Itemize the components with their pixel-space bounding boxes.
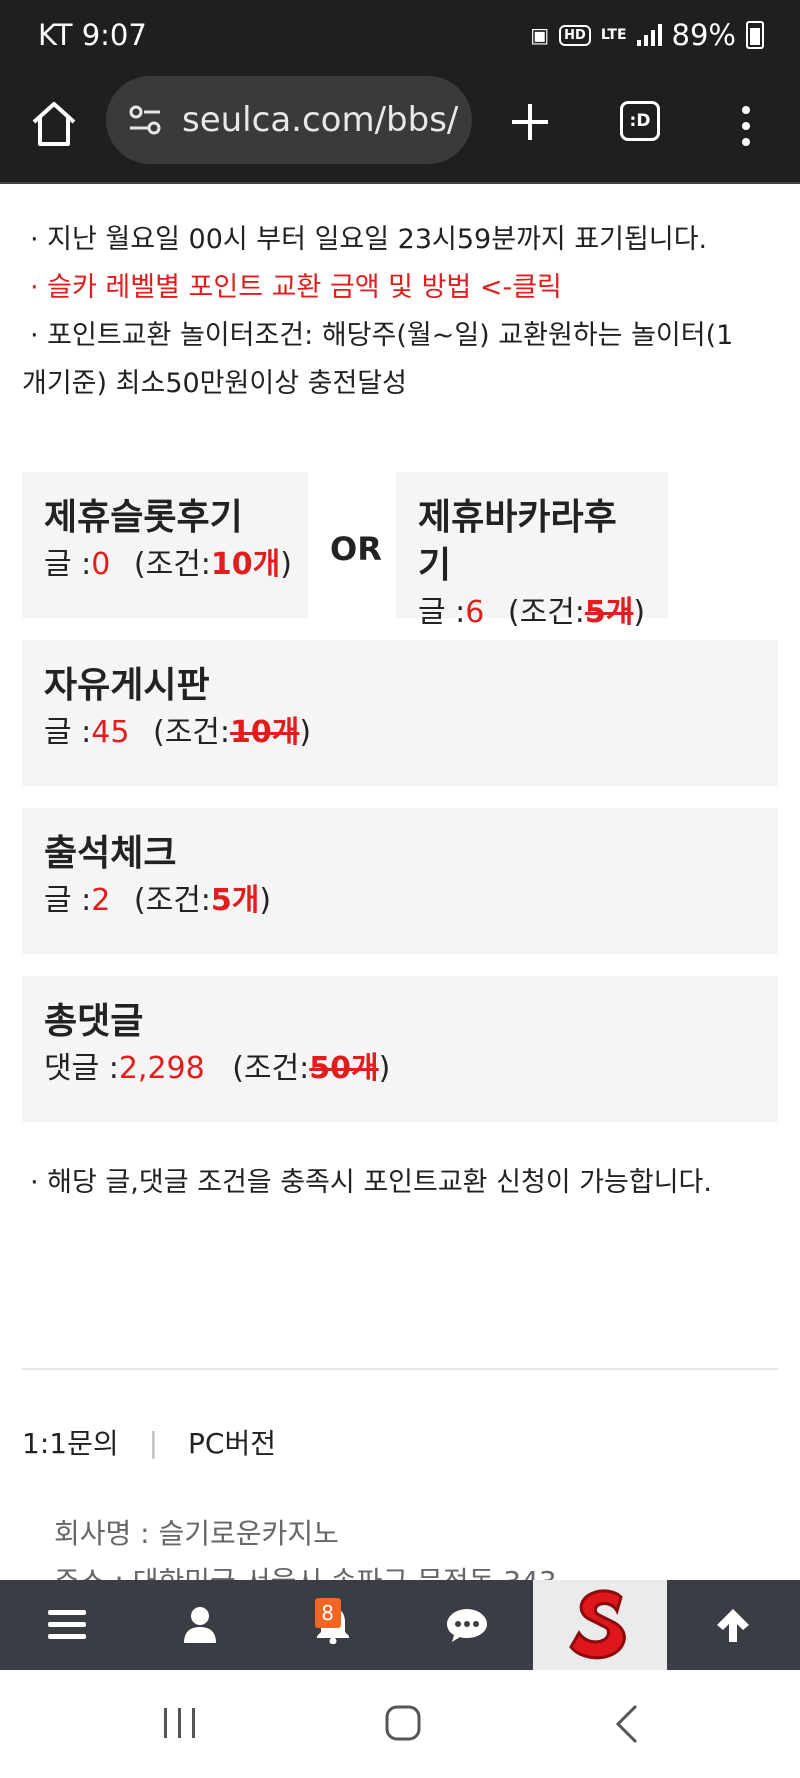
cond-value: 5개	[584, 595, 634, 630]
site-settings-icon[interactable]	[126, 100, 166, 140]
user-icon[interactable]	[183, 1607, 217, 1643]
inquiry-link[interactable]: 1:1문의	[22, 1422, 119, 1462]
box-title: 출석체크	[44, 833, 177, 874]
address-bar[interactable]: seulca.com/bbs/	[106, 76, 472, 164]
hd-icon: HD	[559, 24, 591, 46]
box-stat: 글 :45 (조건:10개)	[44, 710, 756, 756]
app-bottom-nav: 8	[0, 1580, 800, 1670]
cond-value: 10개	[210, 547, 281, 582]
bottom-note: · 해당 글,댓글 조건을 충족시 포인트교환 신청이 가능합니다.	[30, 1167, 712, 1198]
cond-prefix: (조건:	[133, 883, 211, 918]
cond-suffix: )	[280, 547, 292, 582]
box-title: 자유게시판	[44, 665, 210, 706]
post-count: 0	[91, 547, 111, 582]
comment-label: 댓글 :	[44, 1051, 119, 1086]
or-label: OR	[330, 530, 382, 568]
point-exchange-link[interactable]: · 슬카 레벨별 포인트 교환 금액 및 방법 <-클릭	[22, 264, 778, 312]
nav-user[interactable]	[133, 1580, 266, 1670]
cond-value: 50개	[309, 1051, 379, 1086]
post-count: 45	[91, 715, 130, 750]
slot-review-box: 제휴슬롯후기 글 :0 (조건:10개)	[22, 472, 308, 618]
cond-suffix: )	[633, 595, 646, 630]
total-comments-box: 총댓글 댓글 :2,298 (조건:50개)	[22, 976, 778, 1122]
post-label: 글 :	[44, 547, 92, 582]
cond-prefix: (조건:	[133, 547, 211, 582]
post-label: 글 :	[44, 883, 92, 918]
chat-icon[interactable]	[445, 1607, 489, 1643]
nav-site-logo[interactable]	[533, 1580, 667, 1670]
browser-toolbar: seulca.com/bbs/ :D	[0, 72, 800, 184]
cond-suffix: )	[299, 715, 312, 750]
menu-icon[interactable]	[47, 1609, 86, 1641]
cond-prefix: (조건:	[152, 715, 230, 750]
post-label: 글 :	[418, 595, 466, 630]
footer-links: 1:1문의 | PC버전	[22, 1422, 276, 1462]
notice-block: · 지난 월요일 00시 부터 일요일 23시59분까지 표기됩니다. · 슬카…	[0, 186, 800, 408]
cond-prefix: (조건:	[507, 595, 585, 630]
notice-line: · 지난 월요일 00시 부터 일요일 23시59분까지 표기됩니다.	[30, 224, 708, 255]
cond-suffix: )	[259, 883, 272, 918]
status-bar: KT 9:07 ▣ HD LTE 89%	[0, 0, 800, 72]
home-circle-icon[interactable]	[384, 1704, 422, 1742]
nav-scroll-top[interactable]	[667, 1580, 800, 1670]
pc-version-link[interactable]: PC버전	[188, 1422, 276, 1462]
arrow-up-icon[interactable]	[714, 1606, 752, 1644]
status-icons: ▣ HD LTE 89%	[530, 18, 764, 52]
box-title: 제휴바카라후기	[418, 497, 617, 586]
box-stat: 글 :6 (조건:5개)	[418, 590, 646, 636]
notification-badge: 8	[314, 1598, 341, 1628]
battery-icon	[746, 21, 764, 49]
cond-value: 10개	[230, 715, 300, 750]
cond-value: 5개	[210, 883, 260, 918]
footer-separator: |	[148, 1425, 159, 1459]
signal-icon	[636, 24, 662, 46]
divider	[22, 1368, 778, 1370]
baccarat-review-box: 제휴바카라후기 글 :6 (조건:5개)	[396, 472, 668, 630]
notice-line: 개기준) 최소50만원이상 충전달성	[22, 368, 407, 399]
cond-suffix: )	[378, 1051, 391, 1086]
back-icon[interactable]	[614, 1704, 640, 1744]
post-count: 2	[91, 883, 111, 918]
notice-line: · 포인트교환 놀이터조건: 해당주(월~일) 교환원하는 놀이터(1	[30, 320, 734, 351]
post-label: 글 :	[44, 715, 92, 750]
tabs-icon[interactable]: :D	[620, 101, 660, 141]
site-logo[interactable]	[565, 1587, 635, 1663]
post-count: 6	[465, 595, 485, 630]
nav-notifications[interactable]: 8	[267, 1580, 400, 1670]
free-board-box: 자유게시판 글 :45 (조건:10개)	[22, 640, 778, 786]
url-text[interactable]: seulca.com/bbs/	[182, 100, 458, 140]
battery-saver-icon: ▣	[530, 23, 550, 47]
box-stat: 댓글 :2,298 (조건:50개)	[44, 1046, 756, 1092]
company-name: 회사명 : 슬기로운카지노	[54, 1517, 339, 1550]
box-title: 총댓글	[44, 1001, 144, 1042]
box-title: 제휴슬롯후기	[44, 497, 243, 538]
box-stat: 글 :2 (조건:5개)	[44, 878, 756, 924]
comment-count: 2,298	[118, 1051, 205, 1086]
recents-icon[interactable]	[162, 1706, 198, 1740]
attendance-box: 출석체크 글 :2 (조건:5개)	[22, 808, 778, 954]
nav-chat[interactable]	[400, 1580, 533, 1670]
cond-prefix: (조건:	[232, 1051, 310, 1086]
home-icon[interactable]	[28, 98, 80, 150]
company-address: 주소 : 대한민국 서울시 송파구 문정동 343	[54, 1565, 557, 1582]
lte-icon: LTE	[600, 27, 627, 43]
plus-icon[interactable]	[506, 98, 554, 146]
battery-percent: 89%	[671, 18, 736, 52]
system-nav-bar	[0, 1670, 800, 1778]
carrier-time: KT 9:07	[38, 18, 147, 52]
box-stat: 글 :0 (조건:10개)	[44, 542, 292, 588]
nav-menu[interactable]	[0, 1580, 133, 1670]
page-content: · 지난 월요일 00시 부터 일요일 23시59분까지 표기됩니다. · 슬카…	[0, 186, 800, 408]
more-vert-icon[interactable]	[734, 102, 758, 150]
